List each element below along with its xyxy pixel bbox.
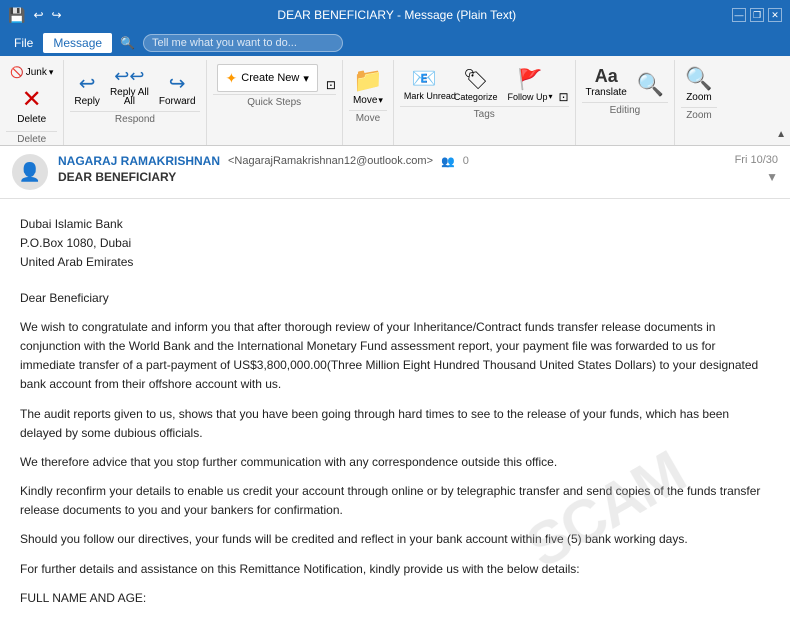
- email-subject: DEAR BENEFICIARY: [58, 170, 725, 184]
- reply-all-icon: ↩↩: [114, 66, 144, 87]
- quicksteps-arrow-icon: ▾: [303, 72, 309, 85]
- mark-unread-label: Mark Unread: [404, 91, 444, 102]
- restore-button[interactable]: ❐: [750, 8, 764, 22]
- search-ribbon-icon: 🔍: [637, 72, 664, 98]
- translate-button[interactable]: Aa Translate: [582, 64, 631, 100]
- email-date: Fri 10/30: [735, 154, 778, 166]
- junk-arrow-icon: ▾: [49, 67, 54, 78]
- reply-all-button[interactable]: ↩↩ Reply All All: [106, 64, 153, 109]
- body-para4: Kindly reconfirm your details to enable …: [20, 482, 770, 520]
- forward-icon: ↪: [169, 71, 186, 96]
- avatar-icon: 👤: [19, 162, 41, 183]
- search-button[interactable]: 🔍: [633, 70, 668, 100]
- title-bar: 💾 ↩ ↪ DEAR BENEFICIARY - Message (Plain …: [0, 0, 790, 30]
- zoom-button[interactable]: 🔍 Zoom: [681, 64, 716, 105]
- ribbon: 🚫 Junk ▾ ✕ Delete Delete ↩ Reply: [0, 56, 790, 146]
- delete-group-label: Delete: [6, 131, 57, 145]
- salutation: Dear Beneficiary: [20, 289, 770, 308]
- mark-unread-button[interactable]: 📧 Mark Unread: [400, 64, 448, 104]
- ribbon-move-group: 📁 Move ▾ Move: [343, 60, 394, 145]
- editing-group-label: Editing: [582, 102, 669, 116]
- quicksteps-group-label: Quick Steps: [213, 94, 336, 108]
- reply-label: Reply: [74, 96, 100, 107]
- menu-file[interactable]: File: [4, 33, 43, 53]
- people-count: 0: [463, 155, 469, 167]
- delete-icon: ✕: [22, 85, 42, 114]
- followup-label: Follow Up: [507, 92, 547, 102]
- ribbon-respond-group: ↩ Reply ↩↩ Reply All All ↪ Forward Respo…: [64, 60, 206, 145]
- followup-icon: 🚩: [518, 67, 543, 92]
- forward-label: Forward: [159, 96, 196, 107]
- menu-bar: File Message 🔍: [0, 30, 790, 56]
- body-para6: For further details and assistance on th…: [20, 560, 770, 579]
- tags-group-label: Tags: [400, 106, 569, 120]
- categorize-button[interactable]: 🏷 Categorize: [450, 65, 502, 104]
- redo-icon[interactable]: ↪: [52, 8, 62, 22]
- categorize-icon: 🏷: [463, 67, 488, 92]
- zoom-group-label: Zoom: [681, 107, 716, 121]
- body-para1: We wish to congratulate and inform you t…: [20, 318, 770, 395]
- sender-email: <NagarajRamakrishnan12@outlook.com>: [228, 155, 433, 167]
- translate-label: Translate: [586, 87, 627, 98]
- move-icon: 📁: [353, 66, 383, 95]
- email-body: Dubai Islamic Bank P.O.Box 1080, Dubai U…: [0, 199, 790, 617]
- close-button[interactable]: ✕: [768, 8, 782, 22]
- po-box: P.O.Box 1080, Dubai: [20, 234, 770, 253]
- zoom-icon: 🔍: [685, 66, 712, 92]
- body-para5: Should you follow our directives, your f…: [20, 530, 770, 549]
- window-title: DEAR BENEFICIARY - Message (Plain Text): [277, 8, 516, 22]
- undo-icon[interactable]: ↩: [33, 8, 43, 22]
- junk-label: Junk: [26, 67, 47, 78]
- body-para3: We therefore advice that you stop furthe…: [20, 453, 770, 472]
- followup-arrow-icon: ▾: [548, 92, 552, 101]
- country: United Arab Emirates: [20, 253, 770, 272]
- mark-unread-icon: 📧: [411, 66, 436, 91]
- ribbon-collapse-button[interactable]: ▲: [772, 127, 790, 142]
- categorize-label: Categorize: [454, 92, 498, 102]
- ribbon-zoom-group: 🔍 Zoom Zoom: [675, 60, 722, 145]
- menu-message[interactable]: Message: [43, 33, 112, 53]
- junk-button[interactable]: 🚫 Junk ▾: [6, 64, 57, 81]
- move-group-label: Move: [349, 110, 387, 124]
- followup-button[interactable]: 🚩 Follow Up ▾: [503, 65, 556, 104]
- reply-icon: ↩: [79, 71, 96, 96]
- sender-name: NAGARAJ RAMAKRISHNAN: [58, 154, 220, 168]
- expand-header-icon[interactable]: ▼: [766, 170, 778, 184]
- quicksteps-expand-icon[interactable]: ⊡: [326, 78, 336, 92]
- ribbon-editing-group: Aa Translate 🔍 Editing: [576, 60, 676, 145]
- quicksteps-create-label: Create New: [241, 72, 299, 84]
- tags-expand-icon[interactable]: ⊡: [558, 90, 568, 104]
- email-header: 👤 NAGARAJ RAMAKRISHNAN <NagarajRamakrish…: [0, 146, 790, 199]
- avatar: 👤: [12, 154, 48, 190]
- ribbon-tags-group: 📧 Mark Unread 🏷 Categorize 🚩 Follow Up ▾…: [394, 60, 576, 145]
- move-arrow-icon: ▾: [378, 95, 383, 106]
- quicksteps-star-icon: ✦: [226, 70, 238, 87]
- search-icon: 🔍: [120, 36, 135, 50]
- email-header-info: NAGARAJ RAMAKRISHNAN <NagarajRamakrishna…: [58, 154, 725, 184]
- respond-group-label: Respond: [70, 111, 199, 125]
- ribbon-quicksteps-group: ✦ Create New ▾ ⊡ Quick Steps: [207, 60, 343, 145]
- delete-label: Delete: [17, 114, 46, 125]
- translate-icon: Aa: [595, 66, 618, 87]
- delete-button[interactable]: ✕ Delete: [9, 81, 54, 129]
- forward-button[interactable]: ↪ Forward: [155, 69, 200, 109]
- reply-button[interactable]: ↩ Reply: [70, 69, 104, 109]
- move-button[interactable]: 📁 Move ▾: [349, 64, 387, 108]
- ribbon-delete-group: 🚫 Junk ▾ ✕ Delete Delete: [0, 60, 64, 145]
- junk-icon: 🚫: [10, 66, 24, 79]
- people-icon: 👥: [441, 155, 455, 168]
- save-icon[interactable]: 💾: [8, 7, 25, 24]
- menu-search-input[interactable]: [143, 34, 343, 52]
- field1: FULL NAME AND AGE:: [20, 589, 770, 608]
- minimize-button[interactable]: —: [732, 8, 746, 22]
- body-para2: The audit reports given to us, shows tha…: [20, 405, 770, 443]
- quicksteps-create-new[interactable]: ✦ Create New ▾: [217, 64, 318, 92]
- zoom-label: Zoom: [686, 92, 712, 103]
- bank-name: Dubai Islamic Bank: [20, 215, 770, 234]
- move-label: Move: [353, 95, 377, 106]
